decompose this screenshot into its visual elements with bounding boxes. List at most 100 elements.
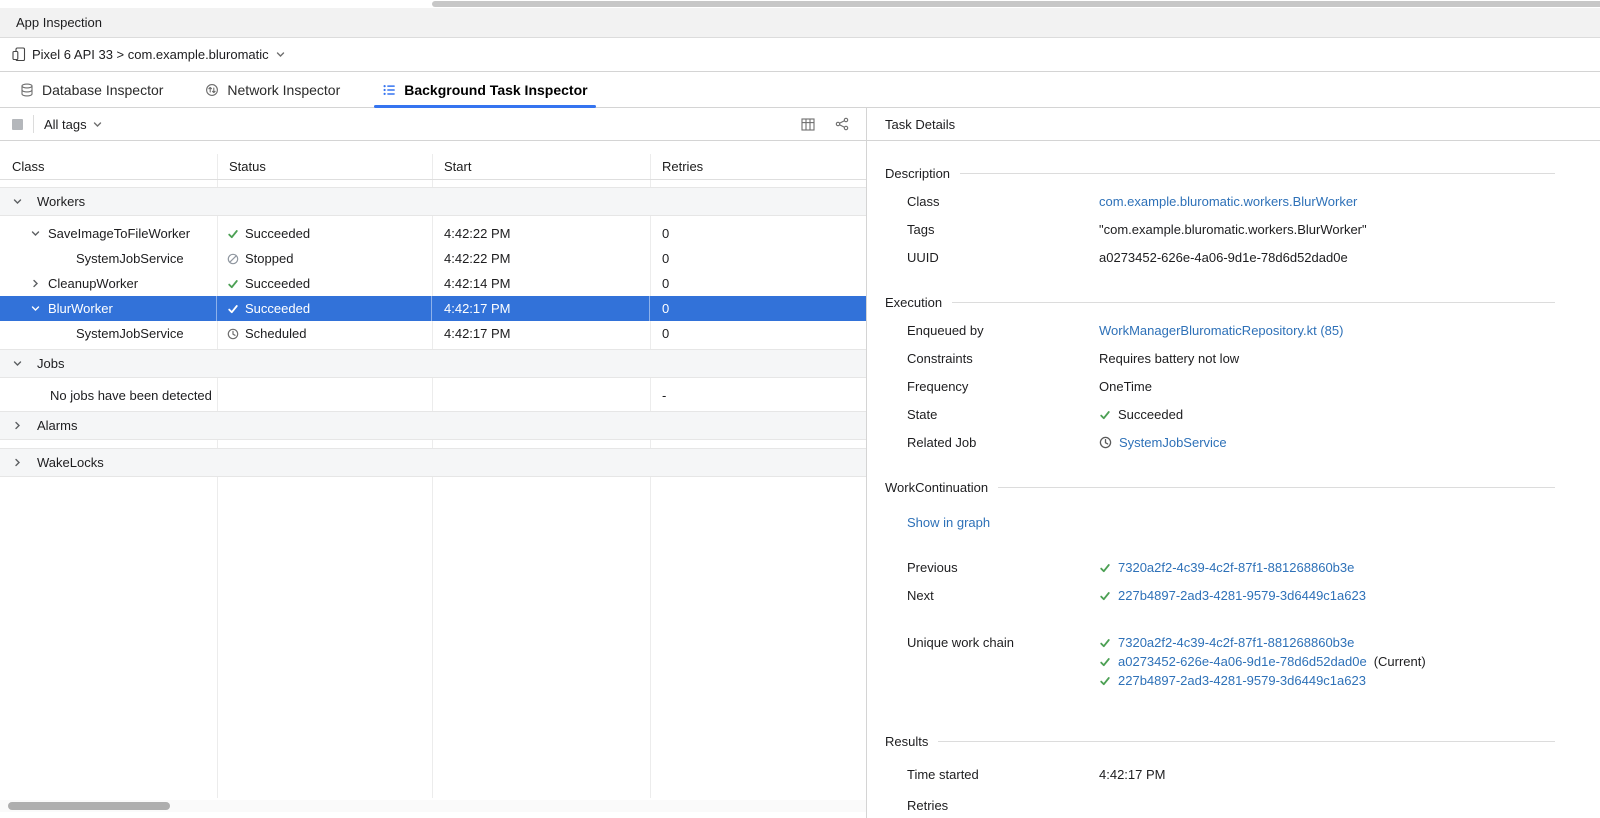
group-alarms[interactable]: Alarms <box>0 411 866 440</box>
task-list-panel: All tags Class Status Start Retries <box>0 108 867 818</box>
status-label: Scheduled <box>245 326 306 341</box>
group-label: Jobs <box>37 356 64 371</box>
empty-jobs-message: No jobs have been detected <box>50 388 212 403</box>
enqueued-by-link[interactable]: WorkManagerBluromaticRepository.kt (85) <box>1099 323 1343 338</box>
table-row-blurworker-selected[interactable]: BlurWorker Succeeded 4:42:17 PM 0 <box>0 296 866 321</box>
status-label: Succeeded <box>245 276 310 291</box>
group-wakelocks[interactable]: WakeLocks <box>0 448 866 477</box>
app-inspection-title: App Inspection <box>16 15 102 30</box>
chevron-down-icon[interactable] <box>12 196 30 207</box>
column-header-status[interactable]: Status <box>217 154 432 179</box>
table-view-icon[interactable] <box>796 112 820 136</box>
succeeded-check-icon <box>227 303 239 315</box>
table-row-systemjobservice[interactable]: SystemJobService Scheduled 4:42:17 PM 0 <box>0 321 866 346</box>
task-list-icon <box>382 83 396 97</box>
group-jobs[interactable]: Jobs <box>0 349 866 378</box>
stop-inspection-icon[interactable] <box>12 119 23 130</box>
horizontal-scrollbar-thumb[interactable] <box>8 802 170 810</box>
group-label: Workers <box>37 194 85 209</box>
related-job-link[interactable]: SystemJobService <box>1119 435 1227 450</box>
show-in-graph-link[interactable]: Show in graph <box>907 515 990 530</box>
retries-count: 0 <box>650 296 866 321</box>
column-header-start[interactable]: Start <box>432 154 650 179</box>
group-label: WakeLocks <box>37 455 104 470</box>
detail-label: Time started <box>885 767 1099 782</box>
group-label: Alarms <box>37 418 77 433</box>
chevron-right-icon[interactable] <box>12 457 30 468</box>
detail-label: Constraints <box>885 351 1099 366</box>
tab-network-inspector[interactable]: Network Inspector <box>201 72 344 107</box>
detail-label: Related Job <box>885 435 1099 450</box>
detail-row-class: Class com.example.bluromatic.workers.Blu… <box>885 194 1555 209</box>
retries-count: 0 <box>650 321 866 346</box>
section-workcontinuation: WorkContinuation <box>885 480 1555 495</box>
network-icon <box>205 83 219 97</box>
chevron-down-icon[interactable] <box>12 358 30 369</box>
process-selector[interactable]: Pixel 6 API 33 > com.example.bluromatic <box>0 38 1600 72</box>
task-list-toolbar: All tags <box>0 108 866 141</box>
detail-row-enqueued-by: Enqueued by WorkManagerBluromaticReposit… <box>885 323 1555 338</box>
status-label: Succeeded <box>245 226 310 241</box>
chevron-right-icon[interactable] <box>30 278 48 289</box>
tags-value: "com.example.bluromatic.workers.BlurWork… <box>1099 222 1367 237</box>
graph-view-icon[interactable] <box>830 112 854 136</box>
chain-item: 7320a2f2-4c39-4c2f-87f1-881268860b3e <box>1099 635 1555 650</box>
section-divider <box>952 302 1555 303</box>
table-row-saveimagetofileworker[interactable]: SaveImageToFileWorker Succeeded 4:42:22 … <box>0 221 866 246</box>
group-workers[interactable]: Workers <box>0 187 866 216</box>
tag-filter-dropdown[interactable]: All tags <box>44 117 103 132</box>
scheduled-clock-icon <box>1099 436 1112 449</box>
task-details-header: Task Details <box>867 108 1600 141</box>
chain-item: a0273452-626e-4a06-9d1e-78d6d52dad0e (Cu… <box>1099 654 1555 669</box>
retries-count: 0 <box>650 221 866 246</box>
chevron-down-icon[interactable] <box>30 228 48 239</box>
worker-class-label: SystemJobService <box>76 326 184 341</box>
detail-row-uuid: UUID a0273452-626e-4a06-9d1e-78d6d52dad0… <box>885 250 1555 265</box>
stopped-icon <box>227 253 239 265</box>
start-time: 4:42:22 PM <box>432 246 650 271</box>
detail-row-tags: Tags "com.example.bluromatic.workers.Blu… <box>885 222 1555 237</box>
table-row-systemjobservice[interactable]: SystemJobService Stopped 4:42:22 PM 0 <box>0 246 866 271</box>
detail-row-constraints: Constraints Requires battery not low <box>885 351 1555 366</box>
detail-label: Unique work chain <box>885 635 1099 688</box>
chain-work-link[interactable]: a0273452-626e-4a06-9d1e-78d6d52dad0e <box>1118 654 1367 669</box>
chevron-down-icon <box>92 119 103 130</box>
detail-label: Retries <box>885 798 1099 813</box>
chain-suffix-current: (Current) <box>1374 654 1426 669</box>
start-time: 4:42:22 PM <box>432 221 650 246</box>
tab-database-inspector[interactable]: Database Inspector <box>16 72 167 107</box>
section-divider <box>960 173 1555 174</box>
chain-work-link[interactable]: 227b4897-2ad3-4281-9579-3d6449c1a623 <box>1118 673 1366 688</box>
previous-work-link[interactable]: 7320a2f2-4c39-4c2f-87f1-881268860b3e <box>1118 560 1354 575</box>
detail-row-frequency: Frequency OneTime <box>885 379 1555 394</box>
status-label: Stopped <box>245 251 293 266</box>
chain-work-link[interactable]: 7320a2f2-4c39-4c2f-87f1-881268860b3e <box>1118 635 1354 650</box>
column-header-retries[interactable]: Retries <box>650 154 866 179</box>
app-inspection-header: App Inspection <box>0 8 1600 38</box>
worker-class-label: CleanupWorker <box>48 276 138 291</box>
database-icon <box>20 83 34 97</box>
tab-background-task-inspector[interactable]: Background Task Inspector <box>378 72 591 107</box>
task-details-panel: Task Details Description Class com.examp… <box>867 108 1600 818</box>
inspector-tabs: Database Inspector Network Inspector Bac… <box>0 72 1600 108</box>
state-value: Succeeded <box>1118 407 1183 422</box>
section-description: Description <box>885 166 1555 181</box>
succeeded-check-icon <box>1099 409 1111 421</box>
detail-label: Class <box>885 194 1099 209</box>
chevron-right-icon[interactable] <box>12 420 30 431</box>
tag-filter-label: All tags <box>44 117 87 132</box>
next-work-link[interactable]: 227b4897-2ad3-4281-9579-3d6449c1a623 <box>1118 588 1366 603</box>
detail-row-previous: Previous 7320a2f2-4c39-4c2f-87f1-8812688… <box>885 560 1555 575</box>
horizontal-scrollbar-thumb[interactable] <box>432 1 1600 7</box>
unique-work-chain: Unique work chain 7320a2f2-4c39-4c2f-87f… <box>885 635 1555 688</box>
status-label: Succeeded <box>245 301 310 316</box>
table-row-cleanupworker[interactable]: CleanupWorker Succeeded 4:42:14 PM 0 <box>0 271 866 296</box>
class-link[interactable]: com.example.bluromatic.workers.BlurWorke… <box>1099 194 1357 209</box>
chevron-down-icon[interactable] <box>30 303 48 314</box>
succeeded-check-icon <box>1099 590 1111 602</box>
succeeded-check-icon <box>1099 675 1111 687</box>
retries-count: 0 <box>650 246 866 271</box>
column-header-class[interactable]: Class <box>0 154 217 179</box>
section-execution: Execution <box>885 295 1555 310</box>
tab-label: Network Inspector <box>227 82 340 98</box>
